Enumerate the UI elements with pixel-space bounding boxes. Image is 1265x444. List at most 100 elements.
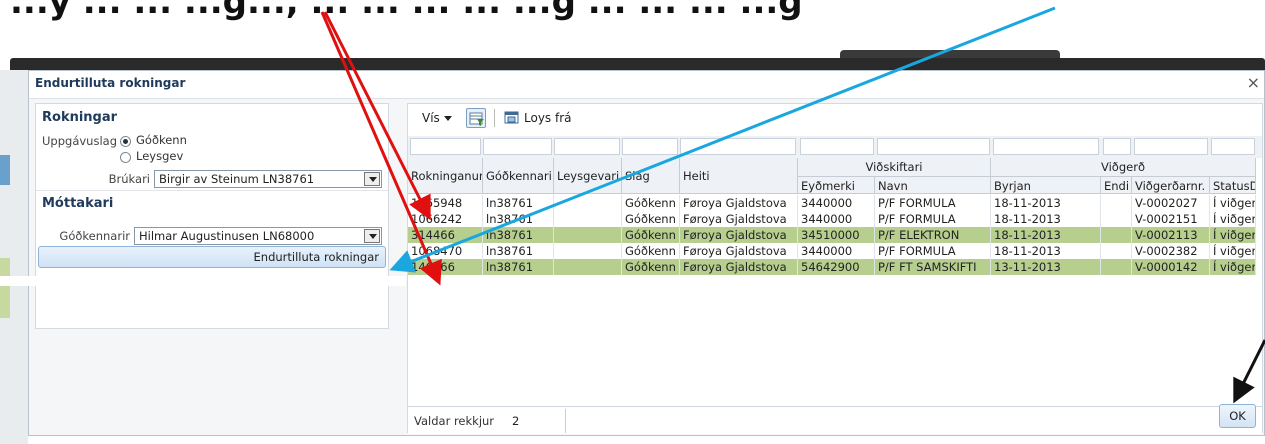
table-cell: 3440000 bbox=[798, 211, 875, 227]
close-icon[interactable]: × bbox=[1247, 73, 1260, 92]
table-cell: P/F ELEKTRON bbox=[875, 227, 991, 243]
dialog-title-bar: Endurtilluta rokningar × bbox=[29, 71, 1264, 99]
table-cell: Føroya Gjaldstova bbox=[680, 195, 798, 211]
background-blue-block bbox=[0, 155, 10, 185]
column-header[interactable]: Góðkennari bbox=[483, 158, 554, 194]
column-header[interactable]: Leysgevari bbox=[554, 158, 622, 194]
filter-input[interactable] bbox=[1134, 138, 1208, 155]
approver-select-value: Hilmar Augustinusen LN68000 bbox=[139, 229, 315, 243]
column-header[interactable]: Heiti bbox=[680, 158, 798, 194]
user-select-value: Birgir av Steinum LN38761 bbox=[159, 172, 315, 186]
column-header[interactable]: Endi bbox=[1101, 177, 1132, 194]
table-cell bbox=[554, 243, 622, 259]
filter-input[interactable] bbox=[993, 138, 1099, 155]
table-cell: P/F FT SAMSKIFTI bbox=[875, 259, 991, 275]
table-cell: 3440000 bbox=[798, 195, 875, 211]
background-left-strip bbox=[0, 70, 28, 444]
background-green-block bbox=[0, 258, 10, 318]
section-divider bbox=[36, 190, 388, 191]
filter-toggle-icon[interactable] bbox=[466, 108, 486, 128]
table-row[interactable]: 146266 ln38761 Góðkenn Føroya Gjaldstova 546… bbox=[408, 259, 1256, 275]
table-cell: P/F FORMULA bbox=[875, 243, 991, 259]
grid-toolbar: Vís Loys frá bbox=[408, 104, 1262, 132]
table-cell bbox=[554, 259, 622, 275]
table-cell: Í viðgerð bbox=[1210, 243, 1256, 259]
user-label: Brúkari bbox=[108, 172, 150, 186]
ok-button[interactable]: OK bbox=[1219, 404, 1256, 428]
table-cell bbox=[554, 211, 622, 227]
background-text: ...y ... ... ...g..., ... ... ... ... ..… bbox=[10, 0, 803, 22]
invoice-grid-panel: Vís Loys frá Rokninganur Góðkennari Leys… bbox=[407, 103, 1263, 434]
table-cell: V-0000142 bbox=[1132, 259, 1210, 275]
detach-icon[interactable] bbox=[504, 110, 520, 125]
filter-input[interactable] bbox=[1211, 138, 1255, 155]
column-header[interactable]: Viðgerðarnr. bbox=[1132, 177, 1210, 194]
view-menu-label: Vís bbox=[422, 111, 440, 125]
table-cell: ln38761 bbox=[483, 259, 554, 275]
filter-input[interactable] bbox=[554, 138, 620, 155]
radio-leysgev-label: Leysgev bbox=[136, 149, 184, 163]
table-cell: 146266 bbox=[408, 259, 483, 275]
filter-input[interactable] bbox=[622, 138, 678, 155]
filter-input[interactable] bbox=[1103, 138, 1131, 155]
section-heading-rokningar: Rokningar bbox=[42, 110, 118, 125]
invoice-table: Rokninganur Góðkennari Leysgevari Slag H… bbox=[408, 134, 1262, 404]
chevron-down-icon[interactable] bbox=[364, 172, 380, 186]
table-cell: 1068470 bbox=[408, 243, 483, 259]
table-cell bbox=[1101, 259, 1132, 275]
column-header[interactable]: StatusDisp bbox=[1210, 177, 1256, 194]
column-header[interactable]: Eyðmerki bbox=[798, 177, 875, 194]
left-panel: Rokningar Uppgávuslag Góðkenn Leysgev Br… bbox=[35, 103, 389, 329]
column-header[interactable]: Slag bbox=[622, 158, 680, 194]
table-cell: 18-11-2013 bbox=[991, 243, 1101, 259]
radio-godkenn[interactable] bbox=[120, 136, 131, 147]
selected-rows-label: Valdar rekkjur bbox=[414, 414, 495, 428]
table-cell: 13-11-2013 bbox=[991, 259, 1101, 275]
table-cell: 314466 bbox=[408, 227, 483, 243]
filter-input[interactable] bbox=[680, 138, 796, 155]
table-cell: Góðkenn bbox=[622, 211, 680, 227]
table-cell: V-0002151 bbox=[1132, 211, 1210, 227]
table-row[interactable]: 1068470 ln38761 Góðkenn Føroya Gjaldstova 34… bbox=[408, 243, 1256, 259]
task-type-label: Uppgávuslag bbox=[42, 134, 117, 148]
reassign-invoices-button[interactable]: Endurtilluta rokningar bbox=[38, 246, 386, 268]
reassign-invoices-dialog: Endurtilluta rokningar × Rokningar Uppgá… bbox=[28, 70, 1265, 436]
table-cell: Í viðgerð bbox=[1210, 259, 1256, 275]
table-cell: V-0002382 bbox=[1132, 243, 1210, 259]
table-cell: Í viðgerð bbox=[1210, 211, 1256, 227]
table-cell: Føroya Gjaldstova bbox=[680, 211, 798, 227]
selected-rows-count: 2 bbox=[512, 414, 520, 428]
detach-button[interactable]: Loys frá bbox=[524, 111, 572, 125]
table-cell: P/F FORMULA bbox=[875, 195, 991, 211]
chevron-down-icon[interactable] bbox=[364, 229, 380, 243]
user-select[interactable]: Birgir av Steinum LN38761 bbox=[154, 170, 382, 188]
filter-input[interactable] bbox=[483, 138, 552, 155]
table-row[interactable]: 1066242 ln38761 Góðkenn Føroya Gjaldstova 34… bbox=[408, 211, 1256, 227]
radio-leysgev[interactable] bbox=[120, 152, 131, 163]
table-cell: Føroya Gjaldstova bbox=[680, 243, 798, 259]
table-cell bbox=[1101, 195, 1132, 211]
table-cell: 1065948 bbox=[408, 195, 483, 211]
view-menu[interactable]: Vís bbox=[422, 111, 452, 125]
table-cell bbox=[554, 195, 622, 211]
approver-select[interactable]: Hilmar Augustinusen LN68000 bbox=[134, 227, 382, 245]
dialog-title: Endurtilluta rokningar bbox=[35, 76, 186, 90]
group-header-vidskiftari: Viðskiftari bbox=[798, 158, 991, 177]
table-cell: Góðkenn bbox=[622, 195, 680, 211]
table-cell: V-0002027 bbox=[1132, 195, 1210, 211]
filter-input[interactable] bbox=[877, 138, 990, 155]
column-header[interactable]: Rokninganur bbox=[408, 158, 483, 194]
table-cell: Góðkenn bbox=[622, 243, 680, 259]
filter-input[interactable] bbox=[800, 138, 874, 155]
chevron-down-icon bbox=[443, 116, 452, 121]
table-row[interactable]: 1065948 ln38761 Góðkenn Føroya Gjaldstova 34… bbox=[408, 195, 1256, 211]
background-document: ...y ... ... ...g..., ... ... ... ... ..… bbox=[0, 0, 1265, 60]
filter-input[interactable] bbox=[410, 138, 481, 155]
table-cell: 18-11-2013 bbox=[991, 227, 1101, 243]
table-row[interactable]: 314466 ln38761 Góðkenn Føroya Gjaldstova 345… bbox=[408, 227, 1256, 243]
table-cell: Góðkenn bbox=[622, 259, 680, 275]
column-header[interactable]: Navn bbox=[875, 177, 991, 194]
table-cell: V-0002113 bbox=[1132, 227, 1210, 243]
table-cell: 54642900 bbox=[798, 259, 875, 275]
column-header[interactable]: Byrjan bbox=[991, 177, 1101, 194]
